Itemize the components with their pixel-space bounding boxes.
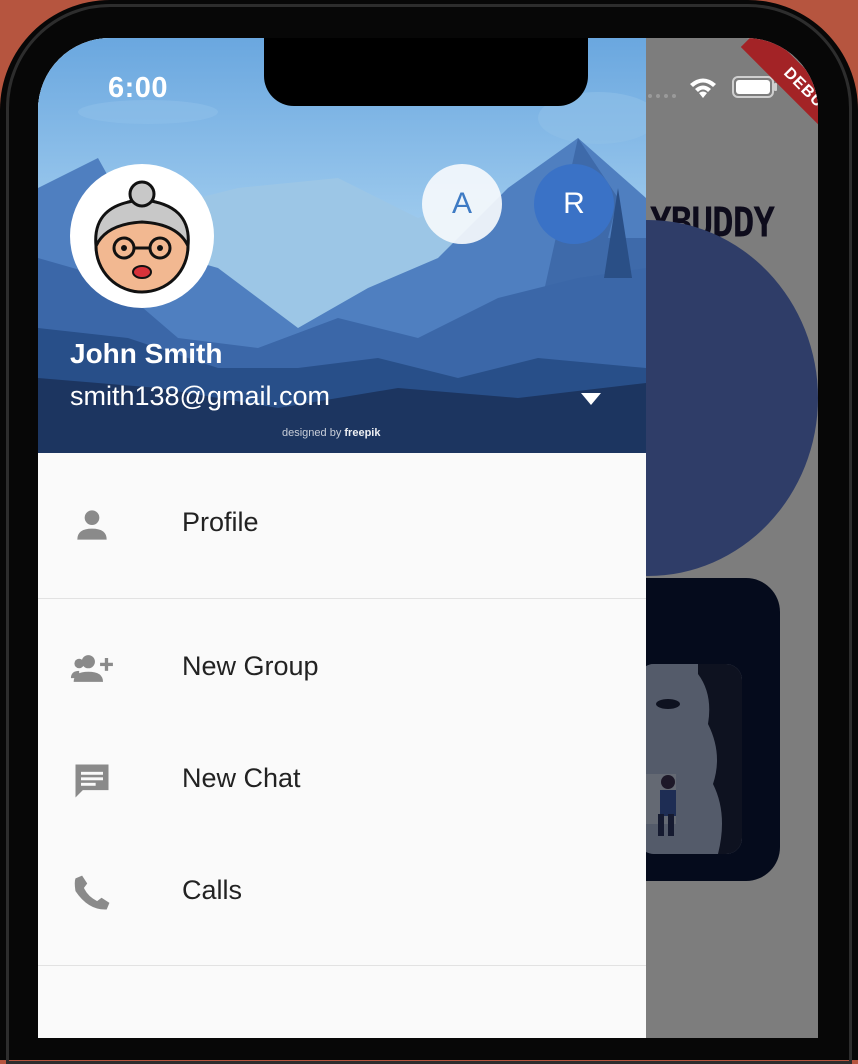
account-email: smith138@gmail.com — [70, 381, 330, 411]
menu-item-label: Calls — [182, 875, 243, 905]
menu-item-new-chat[interactable]: New Chat — [38, 725, 646, 837]
navigation-drawer: A R John Smith smith138@gmail.com design… — [38, 38, 646, 1038]
menu-item-profile[interactable]: Profile — [38, 469, 646, 581]
image-credit-brand: freepik — [344, 427, 381, 439]
status-bar-time: 6:00 — [108, 72, 169, 104]
phone-screen: YBUDDY — [38, 38, 818, 1038]
image-credit-prefix: designed by — [282, 427, 342, 439]
image-credit: designed by freepik — [282, 427, 380, 439]
phone-icon — [74, 875, 110, 910]
phone-frame: YBUDDY — [0, 0, 858, 1064]
person-icon — [77, 510, 107, 540]
account-name: John Smith — [70, 338, 223, 369]
cellular-signal-icon — [648, 94, 676, 98]
battery-icon — [732, 76, 777, 98]
menu-divider — [38, 598, 646, 599]
other-account-avatar-r[interactable]: R — [534, 164, 614, 244]
menu-item-new-group[interactable]: New Group — [38, 613, 646, 725]
menu-item-label: Profile — [182, 507, 259, 537]
group-add-icon — [70, 655, 113, 682]
menu-item-calls[interactable]: Calls — [38, 837, 646, 949]
user-avatar[interactable] — [70, 164, 214, 308]
menu-divider — [38, 965, 646, 966]
wifi-icon — [690, 78, 716, 98]
chat-icon — [75, 764, 109, 798]
other-account-avatar-a[interactable]: A — [422, 164, 502, 244]
menu-item-label: New Chat — [182, 763, 301, 793]
camera-notch — [264, 38, 588, 106]
menu-item-label: New Group — [182, 651, 319, 681]
account-dropdown-arrow-icon[interactable] — [580, 392, 602, 406]
